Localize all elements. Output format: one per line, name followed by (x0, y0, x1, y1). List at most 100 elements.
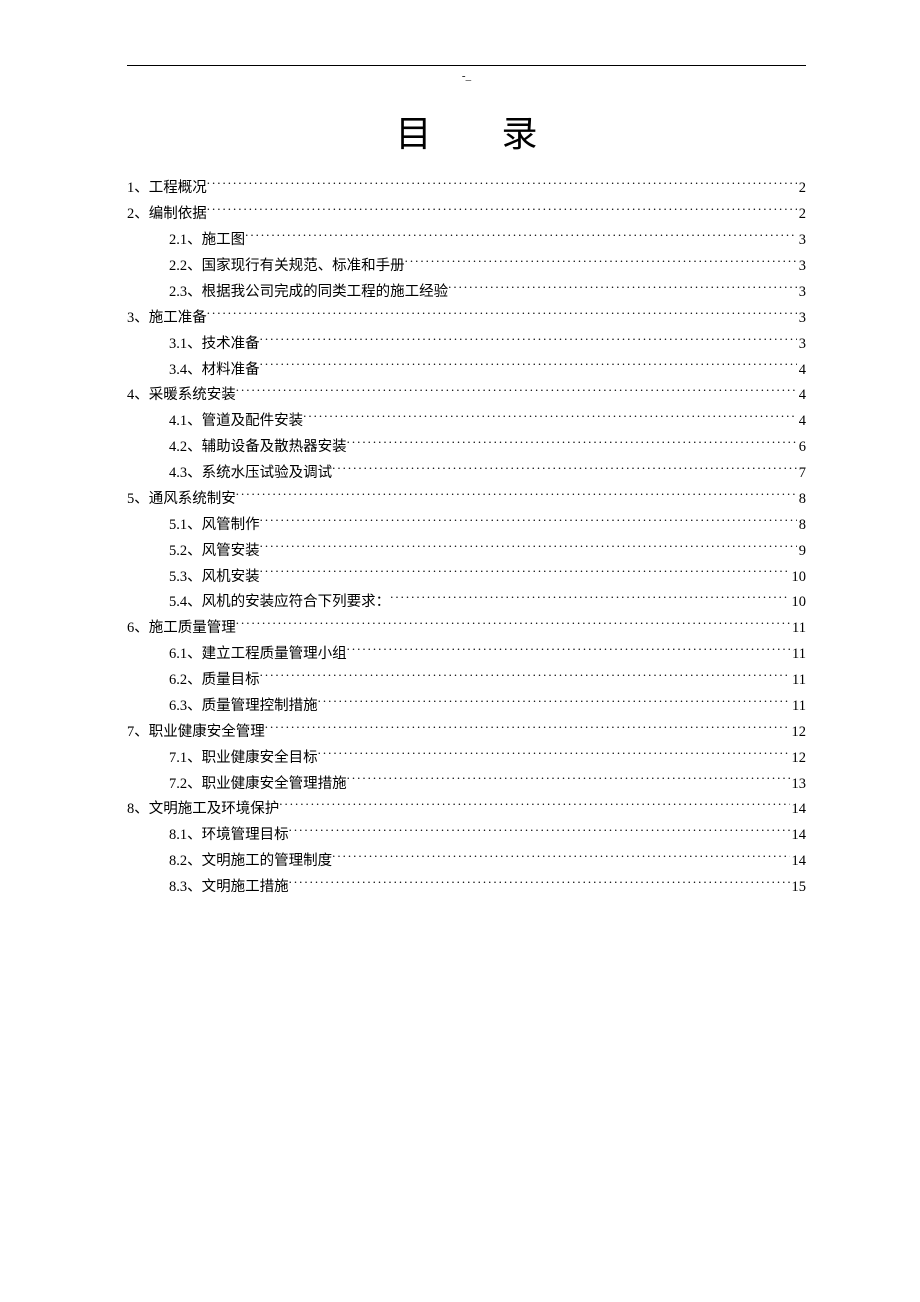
toc-entry: 7、职业健康安全管理 12 (127, 718, 806, 744)
page-content: 目录 1、工程概况 2 2、编制依据 2 2.1、施工图 3 2.2、国家现行有关规范、标准… (127, 105, 806, 900)
toc-entry: 5.4、风机的安装应符合下列要求：10 (127, 589, 806, 615)
toc-entry-label: 2、编制依据 (127, 203, 207, 226)
toc-entry-page: 8 (797, 488, 806, 511)
toc-entry-page: 3 (797, 281, 806, 304)
toc-entry-label: 6、施工质量管理 (127, 617, 236, 640)
toc-leader-dots (332, 460, 797, 477)
toc-entry-page: 7 (797, 462, 806, 485)
toc-leader-dots (390, 589, 789, 606)
toc-leader-dots (260, 330, 797, 347)
toc-leader-dots (260, 511, 797, 528)
toc-entry-label: 6.3、质量管理控制措施 (169, 695, 318, 718)
toc-entry-label: 5、通风系统制安 (127, 488, 236, 511)
toc-entry-label: 5.3、风机安装 (169, 566, 260, 589)
toc-entry: 4.1、管道及配件安装 4 (127, 408, 806, 434)
toc-entry: 5.3、风机安装 10 (127, 563, 806, 589)
toc-leader-dots (236, 615, 790, 632)
toc-leader-dots (260, 667, 790, 684)
toc-leader-dots (207, 175, 797, 192)
toc-entry-label: 7.2、职业健康安全管理措施 (169, 773, 347, 796)
toc-entry-page: 14 (790, 850, 807, 873)
toc-leader-dots (236, 486, 797, 503)
page-header-rule: -_ (127, 65, 806, 84)
toc-entry: 5.1、风管制作8 (127, 511, 806, 537)
toc-entry: 8.1、环境管理目标 14 (127, 822, 806, 848)
toc-entry: 8.3、文明施工措施 15 (127, 874, 806, 900)
toc-entry-label: 7.1、职业健康安全目标 (169, 747, 318, 770)
toc-entry-label: 2.1、施工图 (169, 229, 245, 252)
toc-entry-page: 13 (790, 773, 807, 796)
toc-entry-page: 12 (790, 721, 807, 744)
toc-entry: 7.1、职业健康安全目标 12 (127, 744, 806, 770)
toc-entry-label: 2.3、根据我公司完成的同类工程的施工经验 (169, 281, 448, 304)
toc-entry: 5.2、风管安装 9 (127, 537, 806, 563)
toc-entry-label: 3、施工准备 (127, 307, 207, 330)
toc-entry-page: 11 (790, 617, 806, 640)
toc-entry-label: 8.1、环境管理目标 (169, 824, 289, 847)
toc-list: 1、工程概况 2 2、编制依据 2 2.1、施工图 3 2.2、国家现行有关规范、标准和手册… (127, 175, 806, 900)
toc-leader-dots (347, 434, 797, 451)
toc-leader-dots (207, 201, 797, 218)
toc-leader-dots (332, 848, 789, 865)
toc-leader-dots (260, 563, 790, 580)
toc-leader-dots (260, 537, 797, 554)
toc-entry-label: 2.2、国家现行有关规范、标准和手册 (169, 255, 405, 278)
toc-entry-page: 15 (790, 876, 807, 899)
toc-leader-dots (207, 304, 797, 321)
toc-entry-label: 6.2、质量目标 (169, 669, 260, 692)
toc-entry-page: 14 (790, 798, 807, 821)
toc-entry: 8.2、文明施工的管理制度 14 (127, 848, 806, 874)
toc-entry-label: 7、职业健康安全管理 (127, 721, 265, 744)
toc-entry-page: 3 (797, 255, 806, 278)
toc-entry-page: 4 (797, 359, 806, 382)
toc-entry-page: 2 (797, 203, 806, 226)
toc-entry: 3.4、材料准备 4 (127, 356, 806, 382)
toc-leader-dots (279, 796, 789, 813)
toc-entry-page: 11 (790, 669, 806, 692)
toc-entry-label: 3.1、技术准备 (169, 333, 260, 356)
toc-entry-page: 4 (797, 384, 806, 407)
toc-entry-page: 3 (797, 333, 806, 356)
toc-entry: 4.3、系统水压试验及调试 7 (127, 460, 806, 486)
toc-entry: 1、工程概况 2 (127, 175, 806, 201)
toc-entry: 2.3、根据我公司完成的同类工程的施工经验 3 (127, 279, 806, 305)
toc-entry: 3.1、技术准备 3 (127, 330, 806, 356)
toc-entry-page: 9 (797, 540, 806, 563)
toc-entry-label: 3.4、材料准备 (169, 359, 260, 382)
toc-entry-label: 8.2、文明施工的管理制度 (169, 850, 332, 873)
toc-leader-dots (245, 227, 797, 244)
toc-entry: 6.1、建立工程质量管理小组11 (127, 641, 806, 667)
toc-entry-page: 4 (797, 410, 806, 433)
toc-entry: 6.2、质量目标 11 (127, 667, 806, 693)
toc-entry: 5、通风系统制安 8 (127, 486, 806, 512)
toc-entry-label: 4.2、辅助设备及散热器安装 (169, 436, 347, 459)
toc-entry: 4.2、辅助设备及散热器安装6 (127, 434, 806, 460)
toc-entry-label: 4、采暖系统安装 (127, 384, 236, 407)
toc-leader-dots (318, 744, 790, 761)
toc-leader-dots (405, 253, 797, 270)
toc-entry-page: 10 (790, 591, 807, 614)
toc-leader-dots (260, 356, 797, 373)
toc-entry-page: 11 (790, 695, 806, 718)
toc-entry-label: 4.1、管道及配件安装 (169, 410, 303, 433)
toc-entry-page: 10 (790, 566, 807, 589)
toc-entry-page: 3 (797, 307, 806, 330)
toc-entry-label: 8.3、文明施工措施 (169, 876, 289, 899)
toc-title: 目录 (127, 105, 806, 157)
toc-entry-page: 8 (797, 514, 806, 537)
toc-entry-page: 12 (790, 747, 807, 770)
toc-entry-label: 1、工程概况 (127, 177, 207, 200)
toc-leader-dots (289, 874, 790, 891)
toc-entry-page: 2 (797, 177, 806, 200)
toc-leader-dots (289, 822, 790, 839)
toc-leader-dots (448, 279, 797, 296)
toc-entry-label: 4.3、系统水压试验及调试 (169, 462, 332, 485)
toc-entry: 4、采暖系统安装 4 (127, 382, 806, 408)
toc-entry-label: 6.1、建立工程质量管理小组 (169, 643, 347, 666)
toc-entry-label: 5.2、风管安装 (169, 540, 260, 563)
toc-entry: 8、文明施工及环境保护 14 (127, 796, 806, 822)
toc-entry: 6、施工质量管理 11 (127, 615, 806, 641)
toc-entry-page: 14 (790, 824, 807, 847)
toc-leader-dots (347, 641, 790, 658)
toc-entry-label: 8、文明施工及环境保护 (127, 798, 279, 821)
